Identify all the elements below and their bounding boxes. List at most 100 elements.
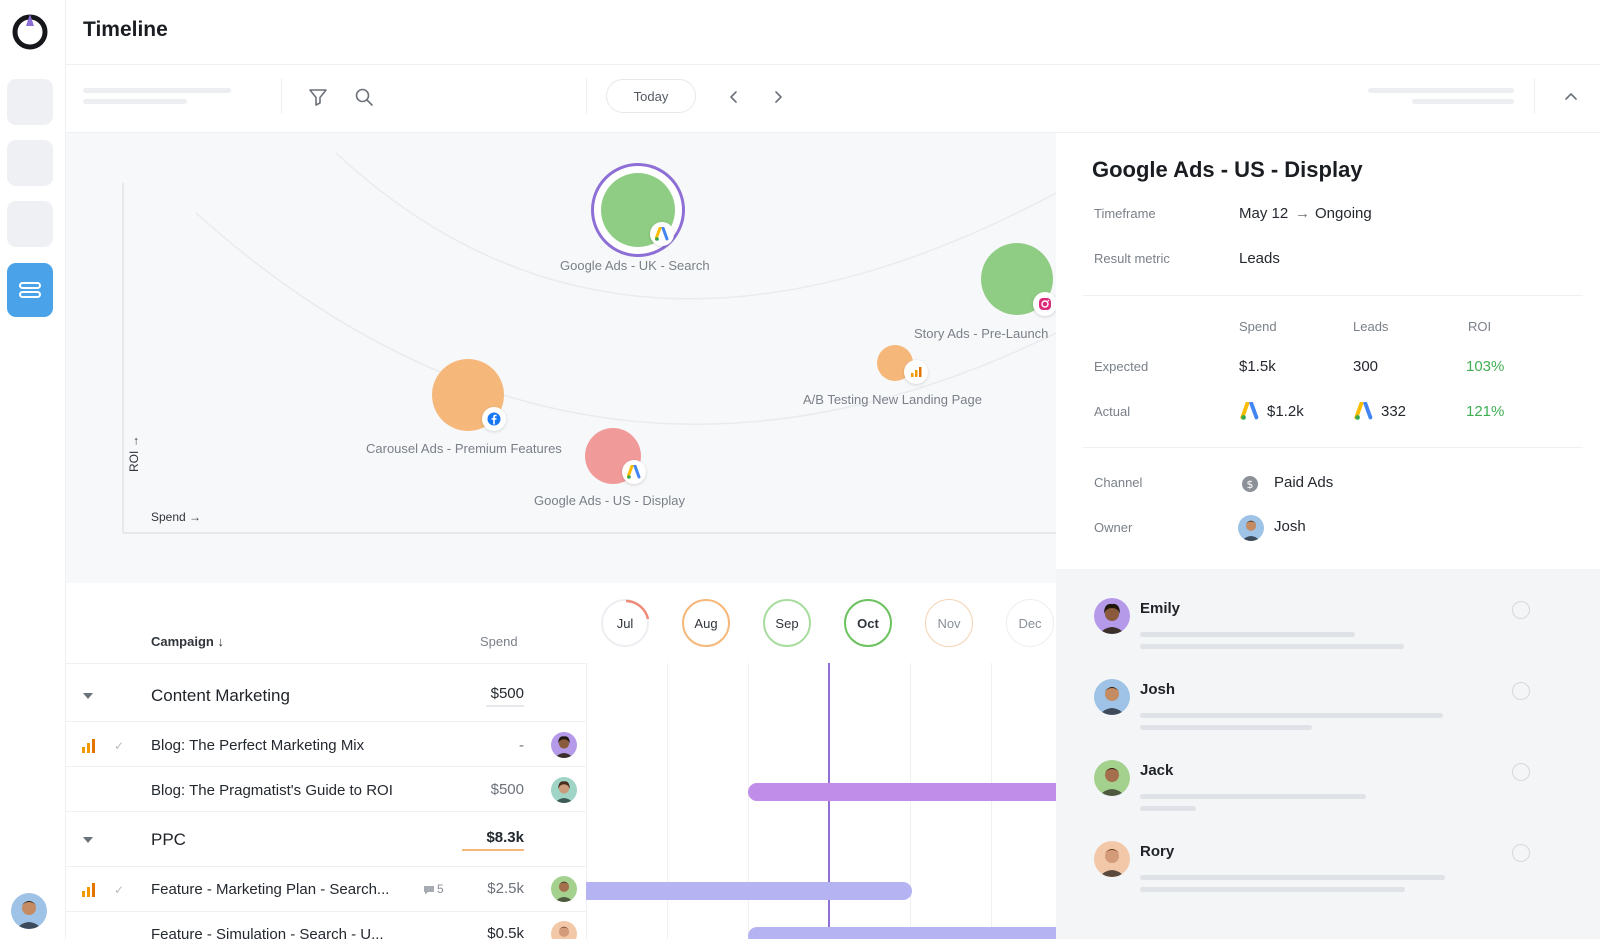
expected-roi: 103% [1466, 358, 1505, 375]
filter-icon [309, 89, 327, 106]
result-metric-label: Result metric [1094, 251, 1170, 266]
collapse-caret-icon[interactable] [83, 837, 93, 843]
row-divider [66, 866, 586, 867]
owner-value[interactable]: Josh [1274, 518, 1306, 535]
month-sep[interactable]: Sep [763, 599, 811, 647]
check-icon[interactable]: ✓ [114, 739, 124, 753]
chevron-right-icon [775, 91, 782, 103]
month-progress-ring [625, 599, 650, 620]
row-divider [66, 911, 586, 912]
row-amount: $500 [490, 781, 524, 798]
row-divider [66, 663, 586, 664]
panel-divider [1083, 295, 1583, 296]
avatar [551, 777, 577, 803]
comment-icon [424, 886, 434, 895]
group-name[interactable]: PPC [151, 830, 186, 850]
month-label: Aug [694, 615, 718, 631]
month-aug[interactable]: Aug [682, 599, 730, 647]
list-item[interactable]: Feature - Simulation - Search - U... [151, 926, 384, 939]
month-oct[interactable]: Oct [844, 599, 892, 647]
month-label: Sep [775, 615, 799, 631]
actual-roi: 121% [1466, 403, 1505, 420]
grid-line [910, 663, 911, 939]
group-name[interactable]: Content Marketing [151, 686, 290, 706]
instagram-icon [1033, 292, 1057, 316]
search-button[interactable] [352, 85, 376, 109]
detail-panel [1056, 133, 1600, 569]
rail-nav-button-3[interactable] [7, 201, 53, 247]
toolbar-skeleton [83, 99, 187, 104]
paid-ads-icon: $ [1242, 476, 1258, 492]
column-header-campaign[interactable]: Campaign ↓ [151, 634, 224, 649]
chart-point-label: Google Ads - US - Display [534, 493, 686, 508]
comment-skeleton [1140, 794, 1366, 799]
google-ads-icon [650, 222, 674, 246]
check-icon[interactable]: ✓ [114, 883, 124, 897]
toolbar-skeleton [83, 88, 231, 93]
header-divider [66, 64, 1600, 65]
timeframe-start[interactable]: May 12 [1239, 205, 1288, 222]
list-item[interactable]: Feature - Marketing Plan - Search... [151, 881, 389, 898]
reaction-icon[interactable] [1512, 844, 1530, 862]
group-amount: $8.3k [486, 829, 524, 846]
chart-point-label: Google Ads - UK - Search [560, 258, 710, 273]
result-metric-value[interactable]: Leads [1239, 250, 1280, 267]
avatar [551, 732, 577, 758]
facebook-icon [482, 407, 506, 431]
timeline-bar[interactable] [748, 783, 1056, 801]
list-item[interactable]: Blog: The Pragmatist's Guide to ROI [151, 782, 393, 799]
search-icon [355, 88, 373, 106]
chart-point-label: A/B Testing New Landing Page [803, 392, 982, 407]
avatar [1094, 679, 1130, 715]
expected-label: Expected [1094, 359, 1149, 374]
col-spend: Spend [1239, 319, 1277, 334]
user-avatar[interactable] [11, 893, 47, 929]
comment-author: Rory [1140, 843, 1175, 860]
expected-spend: $1.5k [1239, 358, 1276, 375]
channel-value[interactable]: Paid Ads [1274, 474, 1333, 491]
google-ads-icon [622, 460, 646, 484]
app-logo[interactable] [11, 12, 49, 50]
timeline-icon [19, 282, 41, 298]
comment-count: 5 [437, 882, 444, 896]
actual-spend: $1.2k [1267, 403, 1304, 420]
list-item[interactable]: Blog: The Perfect Marketing Mix [151, 737, 364, 754]
chart-point-label: Carousel Ads - Premium Features [366, 441, 562, 456]
today-button[interactable]: Today [606, 79, 696, 113]
reaction-icon[interactable] [1512, 601, 1530, 619]
timeframe-end[interactable]: Ongoing [1315, 205, 1372, 222]
next-button[interactable] [766, 85, 790, 109]
panel-divider [1083, 447, 1583, 448]
rail-nav-timeline[interactable] [7, 263, 53, 317]
owner-label: Owner [1094, 520, 1133, 535]
month-dec[interactable]: Dec [1006, 599, 1054, 647]
row-divider [66, 721, 586, 722]
avatar [1094, 598, 1130, 634]
reaction-icon[interactable] [1512, 763, 1530, 781]
left-rail [0, 0, 66, 939]
timeline-bar[interactable] [586, 882, 912, 900]
comment-skeleton [1140, 875, 1445, 880]
month-label: Dec [1018, 615, 1042, 631]
timeline-bar[interactable] [748, 927, 1056, 939]
comment-skeleton [1140, 632, 1355, 637]
month-label: Nov [937, 615, 961, 631]
actual-leads: 332 [1381, 403, 1407, 420]
col-roi: ROI [1468, 319, 1492, 334]
google-ads-icon [1354, 402, 1373, 420]
reaction-icon[interactable] [1512, 682, 1530, 700]
rail-nav-button-1[interactable] [7, 79, 53, 125]
chart-point-google-ads-uk-search[interactable] [591, 163, 685, 257]
comment-skeleton [1140, 644, 1404, 649]
row-divider [66, 811, 586, 812]
toolbar-skeleton [1368, 88, 1514, 93]
filter-button[interactable] [306, 85, 330, 109]
channel-label: Channel [1094, 475, 1143, 490]
collapse-button[interactable] [1559, 85, 1583, 109]
comment-author: Emily [1140, 600, 1181, 617]
collapse-caret-icon[interactable] [83, 693, 93, 699]
month-nov[interactable]: Nov [925, 599, 973, 647]
column-header-spend[interactable]: Spend [480, 634, 518, 649]
rail-nav-button-2[interactable] [7, 140, 53, 186]
previous-button[interactable] [722, 85, 746, 109]
